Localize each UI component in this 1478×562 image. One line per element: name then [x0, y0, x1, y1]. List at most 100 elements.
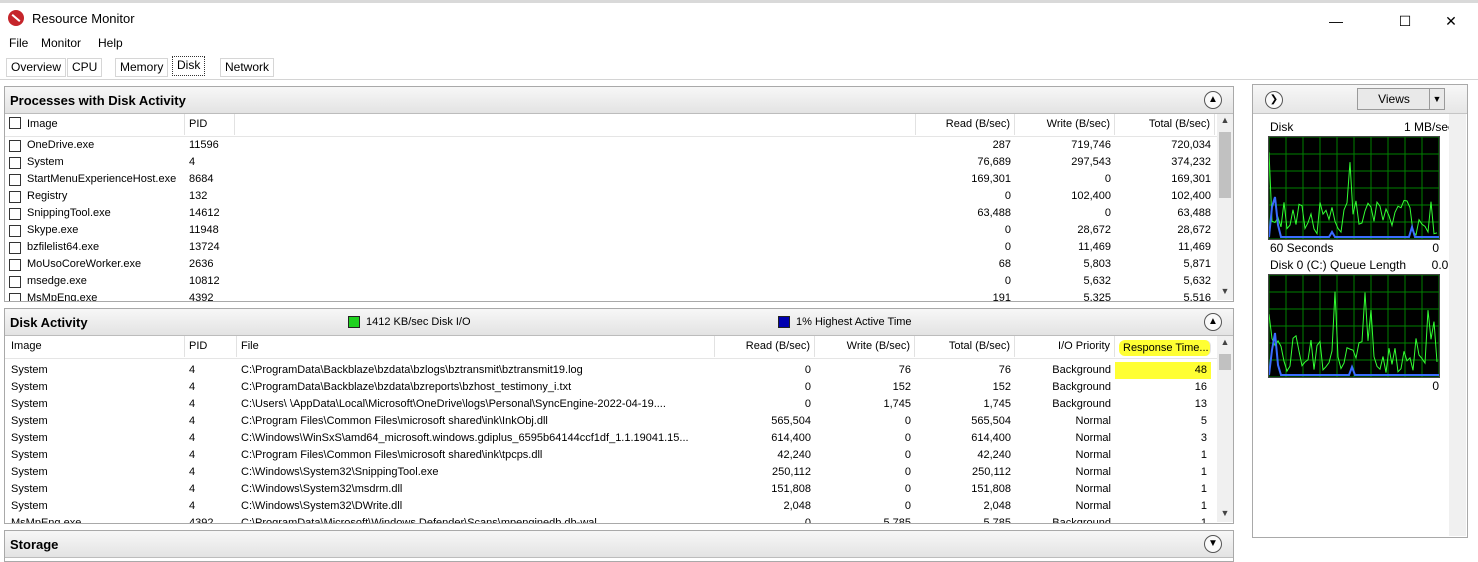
minimize-button[interactable]: —: [1313, 6, 1359, 36]
menu-help[interactable]: Help: [98, 36, 123, 50]
col-file[interactable]: File: [237, 336, 715, 357]
cell-total: 152: [992, 381, 1011, 393]
menu-monitor[interactable]: Monitor: [41, 36, 81, 50]
storage-header[interactable]: Storage ▼: [5, 531, 1233, 558]
select-all-checkbox[interactable]: [9, 117, 21, 129]
cell-read: 151,808: [771, 483, 811, 495]
row-checkbox[interactable]: [9, 174, 21, 186]
col-write[interactable]: Write (B/sec): [1015, 114, 1115, 135]
cell-read: 68: [998, 258, 1011, 270]
table-row[interactable]: System 4 C:\ProgramData\Backblaze\bzdata\b…: [5, 379, 1217, 396]
table-row[interactable]: bzfilelist64.exe 13724 0 11,469 11,469: [5, 239, 1217, 256]
col-io-priority[interactable]: I/O Priority: [1015, 336, 1115, 357]
tab-cpu[interactable]: CPU: [67, 58, 103, 77]
tab-network[interactable]: Network: [220, 58, 275, 77]
collapse-disk-activity-button[interactable]: ▲: [1204, 313, 1222, 331]
views-button[interactable]: Views: [1357, 88, 1431, 110]
cell-io-priority: Background: [1052, 398, 1111, 410]
row-checkbox[interactable]: [9, 157, 21, 169]
cell-total: 1,745: [983, 398, 1011, 410]
cell-pid: 4: [189, 500, 196, 512]
row-checkbox[interactable]: [9, 259, 21, 271]
disk-graph-min: 0: [1432, 241, 1439, 255]
cell-pid: 11948: [189, 224, 219, 236]
cell-image: System: [11, 364, 48, 376]
scroll-down-icon[interactable]: ▼: [1217, 508, 1233, 518]
table-row[interactable]: Registry 132 0 102,400 102,400: [5, 188, 1217, 205]
storage-title: Storage: [10, 537, 59, 552]
row-checkbox[interactable]: [9, 242, 21, 254]
scroll-thumb[interactable]: [1219, 132, 1231, 198]
col-image[interactable]: Image: [23, 114, 185, 135]
table-row[interactable]: System 4 C:\Windows\WinSxS\amd64_microsoft…: [5, 430, 1217, 447]
cell-write: 0: [1104, 207, 1111, 219]
expand-storage-button[interactable]: ▼: [1204, 535, 1222, 553]
col-total[interactable]: Total (B/sec): [1115, 114, 1215, 135]
row-checkbox[interactable]: [9, 208, 21, 220]
table-row[interactable]: System 4 C:\Program Files\Common Files\mic…: [5, 447, 1217, 464]
collapse-graphs-button[interactable]: ❯: [1265, 91, 1283, 109]
row-checkbox[interactable]: [9, 191, 21, 203]
processes-scrollbar[interactable]: ▲ ▼: [1217, 114, 1233, 300]
row-checkbox[interactable]: [9, 293, 21, 301]
table-row[interactable]: System 4 C:\Program Files\Common Files\mic…: [5, 413, 1217, 430]
cell-file: C:\Windows\System32\DWrite.dll: [241, 500, 403, 512]
col-pid[interactable]: PID: [185, 336, 237, 357]
scroll-down-icon[interactable]: ▼: [1217, 286, 1233, 296]
tab-overview[interactable]: Overview: [6, 58, 67, 77]
scroll-up-icon[interactable]: ▲: [1217, 115, 1233, 125]
table-row[interactable]: System 4 C:\ProgramData\Backblaze\bzdata\b…: [5, 362, 1217, 379]
disk-io-legend: 1412 KB/sec Disk I/O: [366, 316, 471, 328]
active-time-legend-icon: [778, 316, 790, 328]
tab-memory[interactable]: Memory: [115, 58, 169, 77]
queue-graph-min: 0: [1432, 379, 1439, 393]
views-dropdown-icon[interactable]: ▼: [1429, 88, 1445, 110]
disk-activity-scrollbar[interactable]: ▲ ▼: [1217, 336, 1233, 522]
disk-activity-header[interactable]: Disk Activity 1412 KB/sec Disk I/O 1% Hi…: [5, 309, 1233, 336]
col-response-time[interactable]: Response Time...: [1119, 340, 1211, 356]
title-bar[interactable]: Resource Monitor — ☐ ✕: [0, 3, 1478, 33]
table-row[interactable]: System 4 C:\Windows\System32\SnippingTool.…: [5, 464, 1217, 481]
cell-total: 565,504: [971, 415, 1011, 427]
col-read[interactable]: Read (B/sec): [715, 336, 815, 357]
table-row[interactable]: MsMpEng.exe 4392 191 5,325 5,516: [5, 290, 1217, 301]
table-row[interactable]: OneDrive.exe 11596 287 719,746 720,034: [5, 137, 1217, 154]
table-row[interactable]: SnippingTool.exe 14612 63,488 0 63,488: [5, 205, 1217, 222]
cell-total: 5,785: [983, 517, 1011, 524]
collapse-processes-button[interactable]: ▲: [1204, 91, 1222, 109]
cell-read: 0: [804, 381, 811, 393]
table-row[interactable]: Skype.exe 11948 0 28,672 28,672: [5, 222, 1217, 239]
table-row[interactable]: System 4 C:\Windows\System32\msdrm.dll 151,…: [5, 481, 1217, 498]
table-row[interactable]: System 4 76,689 297,543 374,232: [5, 154, 1217, 171]
table-row[interactable]: MsMpEng.exe 4392 C:\ProgramData\Microsoft\…: [5, 515, 1217, 524]
cell-image: System: [11, 449, 48, 461]
table-row[interactable]: MoUsoCoreWorker.exe 2636 68 5,803 5,871: [5, 256, 1217, 273]
scroll-up-icon[interactable]: ▲: [1217, 337, 1233, 347]
col-total[interactable]: Total (B/sec): [915, 336, 1015, 357]
menu-file[interactable]: File: [9, 36, 28, 50]
disk-graph: [1268, 136, 1440, 240]
maximize-button[interactable]: ☐: [1382, 6, 1428, 36]
col-write[interactable]: Write (B/sec): [815, 336, 915, 357]
processes-column-header: Image PID Read (B/sec) Write (B/sec) Tot…: [5, 114, 1217, 137]
resource-monitor-icon: [8, 10, 24, 26]
processes-header[interactable]: Processes with Disk Activity ▲: [5, 87, 1233, 114]
scroll-thumb[interactable]: [1219, 354, 1231, 370]
cell-file: C:\Windows\WinSxS\amd64_microsoft.window…: [241, 432, 689, 444]
row-checkbox[interactable]: [9, 225, 21, 237]
disk-graph-scale: 1 MB/sec: [1403, 120, 1454, 134]
tab-disk[interactable]: Disk: [172, 56, 206, 76]
cell-read: 250,112: [772, 466, 811, 478]
cell-pid: 4392: [189, 517, 214, 524]
graphs-scrollbar[interactable]: [1449, 114, 1466, 536]
table-row[interactable]: StartMenuExperienceHost.exe 8684 169,301 0 1…: [5, 171, 1217, 188]
table-row[interactable]: System 4 C:\Windows\System32\DWrite.dll 2,0…: [5, 498, 1217, 515]
table-row[interactable]: msedge.exe 10812 0 5,632 5,632: [5, 273, 1217, 290]
row-checkbox[interactable]: [9, 276, 21, 288]
col-read[interactable]: Read (B/sec): [915, 114, 1015, 135]
close-button[interactable]: ✕: [1428, 6, 1474, 36]
col-pid[interactable]: PID: [185, 114, 235, 135]
table-row[interactable]: System 4 C:\Users\ \AppData\Local\Microsof…: [5, 396, 1217, 413]
row-checkbox[interactable]: [9, 140, 21, 152]
col-image[interactable]: Image: [5, 336, 185, 357]
